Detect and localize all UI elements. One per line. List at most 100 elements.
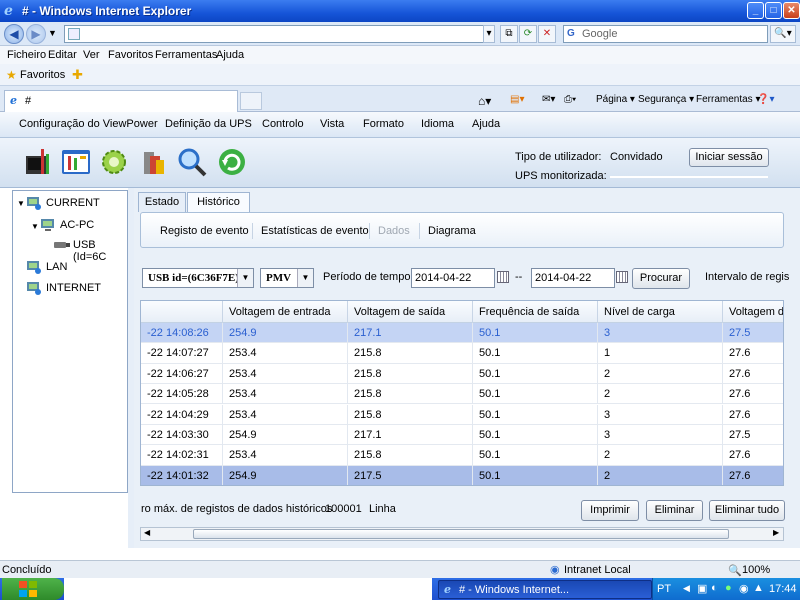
search-icon[interactable] (176, 146, 208, 178)
app-menu-config[interactable]: Configuração do ViewPower (19, 118, 158, 130)
favorites-button[interactable]: Favoritos (20, 69, 65, 81)
refresh-icon[interactable] (216, 146, 248, 178)
scroll-right-icon[interactable]: ▶ (773, 528, 779, 537)
date-to-field[interactable]: 2014-04-22 (531, 268, 615, 288)
login-button[interactable]: Iniciar sessão (689, 148, 769, 167)
app-menu-vista[interactable]: Vista (320, 118, 344, 130)
refresh-icon[interactable]: ⟳ (519, 25, 537, 43)
menu-editar[interactable]: Editar (48, 49, 77, 61)
ups-devices-icon[interactable] (138, 146, 170, 178)
device-select[interactable]: USB id=(6C36F7E) ▼ (142, 268, 254, 288)
scroll-thumb[interactable] (193, 529, 729, 539)
calendar-icon[interactable] (616, 271, 628, 283)
table-row[interactable]: -22 14:05:28 253.4 215.8 50.1 2 27.6 (141, 384, 783, 405)
cell-output-frequency: 50.1 (473, 465, 598, 485)
history-dropdown-icon[interactable]: ▼ (48, 28, 57, 38)
tab-historico[interactable]: Histórico (187, 192, 250, 212)
compat-icon[interactable]: ⧉ (500, 25, 518, 43)
menu-ferramentas[interactable]: Ferramentas (155, 49, 217, 61)
model-select[interactable]: PMV ▼ (260, 268, 314, 288)
zoom-icon[interactable]: 🔍 (728, 564, 742, 577)
tray-expand-icon[interactable]: ◀ (683, 583, 690, 594)
col-output-frequency[interactable]: Frequência de saída (473, 301, 598, 323)
scroll-left-icon[interactable]: ◀ (144, 528, 150, 537)
back-button[interactable]: ◀ (4, 24, 24, 44)
app-menu-formato[interactable]: Formato (363, 118, 404, 130)
horizontal-scrollbar[interactable]: ◀ ▶ (140, 527, 784, 541)
clock[interactable]: 17:44 (769, 583, 797, 595)
tree-node-lan[interactable]: LAN (46, 261, 67, 273)
tree-node-internet[interactable]: INTERNET (46, 282, 101, 294)
col-input-voltage[interactable]: Voltagem de entrada (223, 301, 348, 323)
calendar-icon[interactable] (497, 271, 509, 283)
delete-all-button[interactable]: Eliminar tudo (709, 500, 785, 521)
tree-node-current[interactable]: CURRENT (46, 197, 100, 209)
search-button[interactable]: Procurar (632, 268, 690, 289)
menu-ver[interactable]: Ver (83, 49, 100, 61)
print-button[interactable]: Imprimir (581, 500, 639, 521)
stop-icon[interactable]: ✕ (538, 25, 556, 43)
minimize-button[interactable]: _ (747, 2, 764, 19)
col-output-voltage[interactable]: Voltagem de saída (348, 301, 473, 323)
table-row[interactable]: -22 14:03:30 254.9 217.1 50.1 3 27.5 (141, 425, 783, 446)
subtab-diagram[interactable]: Diagrama (428, 225, 476, 237)
app-menu-idioma[interactable]: Idioma (421, 118, 454, 130)
address-dropdown-icon[interactable]: ▾ (483, 25, 495, 43)
table-row[interactable]: -22 14:06:27 253.4 215.8 50.1 2 27.6 (141, 363, 783, 385)
tools-menu[interactable]: Ferramentas ▾ (696, 94, 761, 105)
maximize-button[interactable]: □ (765, 2, 782, 19)
page-menu[interactable]: Página ▾ (596, 94, 635, 105)
tray-app-icon[interactable]: ◉ (739, 582, 749, 595)
subtab-data[interactable]: Dados (378, 225, 410, 237)
app-menu-ajuda[interactable]: Ajuda (472, 118, 500, 130)
security-menu[interactable]: Segurança ▾ (638, 94, 694, 105)
add-favorite-icon[interactable]: ✚ (72, 67, 83, 83)
tab-estado[interactable]: Estado (138, 192, 186, 212)
app-menu-ups[interactable]: Definição da UPS (165, 118, 252, 130)
forward-button[interactable]: ▶ (26, 24, 46, 44)
feeds-icon[interactable]: ▤▾ (510, 94, 524, 105)
tray-ups-icon[interactable]: ● (725, 582, 732, 594)
tree-node-pc[interactable]: AC-PC (60, 219, 94, 231)
language-indicator[interactable]: PT (657, 583, 671, 595)
start-button[interactable] (2, 578, 64, 600)
tree-node-usb[interactable]: USB (Id=6C (73, 239, 127, 263)
help-icon[interactable]: ❓▾ (757, 94, 774, 105)
menu-ficheiro[interactable]: Ficheiro (7, 49, 46, 61)
browser-tab[interactable]: e # (4, 90, 238, 112)
app-menu-controlo[interactable]: Controlo (262, 118, 304, 130)
tray-network-icon[interactable]: ▣ (697, 582, 707, 595)
collapse-current-icon[interactable]: ▼ (17, 199, 25, 208)
menu-ajuda[interactable]: Ajuda (216, 49, 244, 61)
col-time[interactable] (141, 301, 223, 323)
zoom-level[interactable]: 100% (742, 564, 770, 576)
col-battery-voltage[interactable]: Voltagem de (723, 301, 783, 323)
col-load-level[interactable]: Nível de carga (598, 301, 723, 323)
tray-security-icon[interactable]: ▲ (753, 582, 764, 594)
close-button[interactable]: ✕ (783, 2, 800, 19)
table-row[interactable]: -22 14:01:32 254.9 217.5 50.1 2 27.6 (141, 465, 783, 485)
new-tab-button[interactable] (240, 92, 262, 110)
address-bar[interactable] (64, 25, 494, 43)
home-icon[interactable]: ⌂▾ (478, 94, 491, 108)
delete-button[interactable]: Eliminar (646, 500, 703, 521)
monitor-icon[interactable] (22, 146, 54, 178)
table-row[interactable]: -22 14:08:26 254.9 217.1 50.1 3 27.5 (141, 323, 783, 344)
table-row[interactable]: -22 14:04:29 253.4 215.8 50.1 3 27.6 (141, 404, 783, 425)
print-icon[interactable]: ⎙▾ (564, 94, 576, 105)
settings-icon[interactable] (60, 146, 92, 178)
tray-volume-icon[interactable]: ◐ (711, 582, 718, 594)
search-go-button[interactable]: 🔍▾ (770, 25, 796, 43)
date-from-field[interactable]: 2014-04-22 (411, 268, 495, 288)
taskbar-ie-task[interactable]: e # - Windows Internet... (438, 580, 652, 599)
search-box[interactable]: G Google (563, 25, 768, 43)
table-row[interactable]: -22 14:07:27 253.4 215.8 50.1 1 27.6 (141, 343, 783, 364)
collapse-pc-icon[interactable]: ▼ (31, 222, 39, 231)
menu-favoritos[interactable]: Favoritos (108, 49, 153, 61)
subtab-event-stats[interactable]: Estatísticas de evento (261, 225, 369, 237)
favorites-bar: ★ Favoritos ✚ (0, 64, 800, 86)
gear-icon[interactable] (98, 146, 130, 178)
table-row[interactable]: -22 14:02:31 253.4 215.8 50.1 2 27.6 (141, 445, 783, 466)
subtab-event-log[interactable]: Registo de evento (160, 225, 249, 237)
mail-icon[interactable]: ✉▾ (542, 94, 555, 105)
